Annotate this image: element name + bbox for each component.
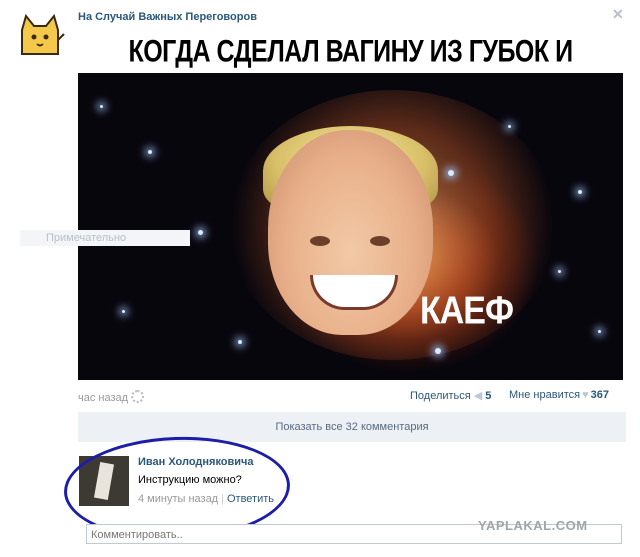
group-avatar[interactable] (14, 10, 66, 62)
close-icon[interactable]: ✕ (612, 6, 624, 23)
watermark: YAPLAKAL.COM (478, 518, 588, 533)
group-name-link[interactable]: На Случай Важных Переговоров (78, 11, 257, 23)
post-time[interactable]: час назад (78, 390, 145, 404)
like-button[interactable]: Мне нравится ♥ 367 (509, 389, 609, 401)
ghost-label: Примечательно (20, 230, 190, 246)
like-count: 367 (590, 389, 609, 401)
share-count: 5 (485, 390, 492, 402)
post-image[interactable]: КОГДА СДЕЛАЛ ВАГИНУ ИЗ ГУБОК И ПЕРЧАТКИ … (78, 30, 623, 380)
megaphone-icon: ◀ (473, 390, 483, 402)
gear-icon[interactable] (131, 390, 145, 403)
meme-overlay-text: КАЕФ (420, 289, 514, 333)
cat-avatar-icon (14, 10, 66, 62)
heart-icon: ♥ (582, 389, 589, 401)
share-button[interactable]: Поделиться ◀ 5 (410, 389, 491, 402)
